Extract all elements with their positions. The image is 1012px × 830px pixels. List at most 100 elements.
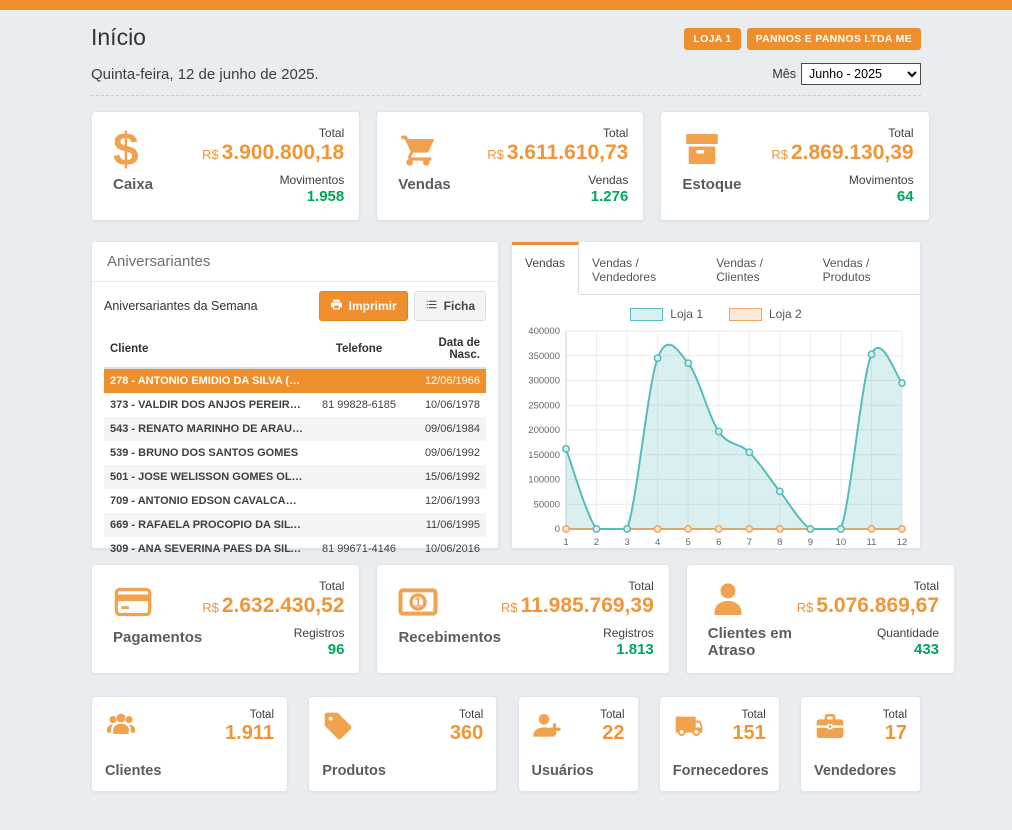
legend-item-loja-2[interactable]: Loja 2 bbox=[729, 307, 802, 321]
cell-telefone[interactable] bbox=[310, 441, 408, 465]
current-date: Quinta-feira, 12 de junho de 2025. bbox=[91, 66, 319, 83]
cell-cliente[interactable]: 373 - VALDIR DOS ANJOS PEREIRA (AN... bbox=[104, 393, 310, 417]
stat-card-left: Clientes em Atraso bbox=[702, 579, 797, 659]
cell-telefone[interactable] bbox=[310, 513, 408, 537]
cell-nascimento[interactable]: 15/06/1992 bbox=[408, 465, 486, 489]
cell-nascimento[interactable]: 11/06/1995 bbox=[408, 513, 486, 537]
month-picker: Mês Junho - 2025 bbox=[772, 63, 921, 85]
truck-icon bbox=[673, 709, 705, 743]
total-label: Total bbox=[202, 126, 344, 140]
birthdays-controls: Aniversariantes da Semana Imprimir Ficha bbox=[92, 282, 498, 329]
stat-card-values: TotalR$3.611.610,73Vendas1.276 bbox=[487, 126, 628, 206]
tab-vendas-clientes[interactable]: Vendas / Clientes bbox=[703, 242, 809, 294]
date-row: Quinta-feira, 12 de junho de 2025. Mês J… bbox=[91, 63, 921, 96]
user-plus-icon bbox=[532, 709, 564, 743]
stat-card-left: Vendas bbox=[392, 126, 487, 206]
cell-cliente[interactable]: 669 - RAFAELA PROCOPIO DA SILVA CA... bbox=[104, 513, 310, 537]
cell-telefone[interactable] bbox=[310, 465, 408, 489]
cell-cliente[interactable]: 501 - JOSE WELISSON GOMES OLIVEIR... bbox=[104, 465, 310, 489]
cell-nascimento[interactable]: 10/06/1978 bbox=[408, 393, 486, 417]
total-label: Total bbox=[797, 579, 939, 593]
sub-label: Movimentos bbox=[771, 173, 913, 187]
svg-text:1: 1 bbox=[563, 537, 568, 548]
tab-vendas-produtos[interactable]: Vendas / Produtos bbox=[810, 242, 920, 294]
svg-text:6: 6 bbox=[716, 537, 721, 548]
stat-card-name: Vendedores bbox=[814, 763, 907, 779]
svg-text:100000: 100000 bbox=[528, 475, 560, 486]
table-row[interactable]: 543 - RENATO MARINHO DE ARAUJO (F... 09/0… bbox=[104, 417, 486, 441]
stat-card-top: Total22 bbox=[532, 709, 625, 745]
chart-legend: Loja 1 Loja 2 bbox=[520, 307, 912, 321]
cell-nascimento[interactable]: 12/06/1993 bbox=[408, 489, 486, 513]
svg-text:12: 12 bbox=[897, 537, 908, 548]
cell-nascimento[interactable]: 09/06/1992 bbox=[408, 441, 486, 465]
print-button[interactable]: Imprimir bbox=[319, 291, 408, 321]
stat-card-name: Produtos bbox=[322, 763, 483, 779]
chart-tabs: VendasVendas / VendedoresVendas / Client… bbox=[512, 242, 920, 295]
stat-card-values: Total360 bbox=[450, 709, 483, 745]
birthdays-subtitle: Aniversariantes da Semana bbox=[104, 299, 258, 313]
table-row[interactable]: 373 - VALDIR DOS ANJOS PEREIRA (AN...81 … bbox=[104, 393, 486, 417]
cell-nascimento[interactable]: 10/06/2016 bbox=[408, 537, 486, 561]
table-row[interactable]: 501 - JOSE WELISSON GOMES OLIVEIR... 15/0… bbox=[104, 465, 486, 489]
svg-text:4: 4 bbox=[655, 537, 660, 548]
table-row[interactable]: 278 - ANTONIO EMIDIO DA SILVA (PALE... 12… bbox=[104, 368, 486, 393]
total-value: R$5.076.869,67 bbox=[797, 593, 939, 621]
table-row[interactable]: 539 - BRUNO DOS SANTOS GOMES 09/06/1992 bbox=[104, 441, 486, 465]
sub-value: 1.276 bbox=[487, 188, 628, 205]
tab-vendas-vendedores[interactable]: Vendas / Vendedores bbox=[579, 242, 703, 294]
svg-text:1: 1 bbox=[415, 595, 422, 609]
stat-card-name: Clientes em Atraso bbox=[708, 625, 797, 659]
legend-item-loja-1[interactable]: Loja 1 bbox=[630, 307, 703, 321]
header-row: Início LOJA 1PANNOS E PANNOS LTDA ME bbox=[91, 20, 921, 63]
cell-nascimento[interactable]: 12/06/1966 bbox=[408, 368, 486, 393]
svg-text:150000: 150000 bbox=[528, 450, 560, 461]
svg-text:250000: 250000 bbox=[528, 400, 560, 411]
cell-cliente[interactable]: 709 - ANTONIO EDSON CAVALCANTE D... bbox=[104, 489, 310, 513]
legend-label: Loja 1 bbox=[670, 307, 703, 321]
store-badge-0[interactable]: LOJA 1 bbox=[684, 28, 740, 50]
total-value: R$2.632.430,52 bbox=[202, 593, 344, 621]
cell-cliente[interactable]: 543 - RENATO MARINHO DE ARAUJO (F... bbox=[104, 417, 310, 441]
legend-label: Loja 2 bbox=[769, 307, 802, 321]
stat-card-values: Total151 bbox=[732, 709, 765, 745]
cell-telefone[interactable]: 81 99671-4146 bbox=[310, 537, 408, 561]
sub-label: Registros bbox=[501, 626, 654, 640]
sub-label: Vendas bbox=[487, 173, 628, 187]
birthdays-panel-title: Aniversariantes bbox=[92, 242, 498, 282]
svg-text:200000: 200000 bbox=[528, 425, 560, 436]
stat-card-name: Vendas bbox=[398, 176, 487, 193]
total-value: R$3.900.800,18 bbox=[202, 140, 344, 168]
cell-telefone[interactable] bbox=[310, 417, 408, 441]
cell-cliente[interactable]: 309 - ANA SEVERINA PAES DA SILVA bbox=[104, 537, 310, 561]
total-value: R$11.985.769,39 bbox=[501, 593, 654, 621]
cell-telefone[interactable]: 81 99828-6185 bbox=[310, 393, 408, 417]
sub-label: Movimentos bbox=[202, 173, 344, 187]
table-row[interactable]: 309 - ANA SEVERINA PAES DA SILVA81 99671… bbox=[104, 537, 486, 561]
cell-telefone[interactable] bbox=[310, 368, 408, 393]
table-row[interactable]: 709 - ANTONIO EDSON CAVALCANTE D... 12/06… bbox=[104, 489, 486, 513]
cell-telefone[interactable] bbox=[310, 489, 408, 513]
svg-text:0: 0 bbox=[555, 524, 560, 535]
tab-vendas[interactable]: Vendas bbox=[512, 242, 579, 295]
stat-card-vendas: VendasTotalR$3.611.610,73Vendas1.276 bbox=[376, 111, 644, 221]
table-row[interactable]: 669 - RAFAELA PROCOPIO DA SILVA CA... 11/… bbox=[104, 513, 486, 537]
chart-area: Loja 1Loja 2 050000100000150000200000250… bbox=[512, 295, 920, 558]
ficha-button[interactable]: Ficha bbox=[414, 291, 486, 321]
stat-card-values: TotalR$5.076.869,67Quantidade433 bbox=[797, 579, 939, 659]
sub-value: 433 bbox=[797, 641, 939, 658]
total-value: 360 bbox=[450, 721, 483, 745]
cell-nascimento[interactable]: 09/06/1984 bbox=[408, 417, 486, 441]
legend-swatch bbox=[729, 308, 762, 321]
cell-cliente[interactable]: 278 - ANTONIO EMIDIO DA SILVA (PALE... bbox=[104, 368, 310, 393]
column-header-2: Data de Nasc. bbox=[408, 331, 486, 368]
store-badge-1[interactable]: PANNOS E PANNOS LTDA ME bbox=[747, 28, 921, 50]
stat-card-clientes: Total1.911Clientes bbox=[91, 696, 288, 792]
stat-card-pagamentos: PagamentosTotalR$2.632.430,52Registros96 bbox=[91, 564, 360, 674]
cell-cliente[interactable]: 539 - BRUNO DOS SANTOS GOMES bbox=[104, 441, 310, 465]
stat-card-values: TotalR$11.985.769,39Registros1.813 bbox=[501, 579, 654, 659]
stat-card-recebimentos: 1RecebimentosTotalR$11.985.769,39Registr… bbox=[376, 564, 669, 674]
stat-card-values: Total1.911 bbox=[225, 709, 274, 745]
stat-card-left: Pagamentos bbox=[107, 579, 202, 659]
month-select[interactable]: Junho - 2025 bbox=[801, 63, 921, 85]
